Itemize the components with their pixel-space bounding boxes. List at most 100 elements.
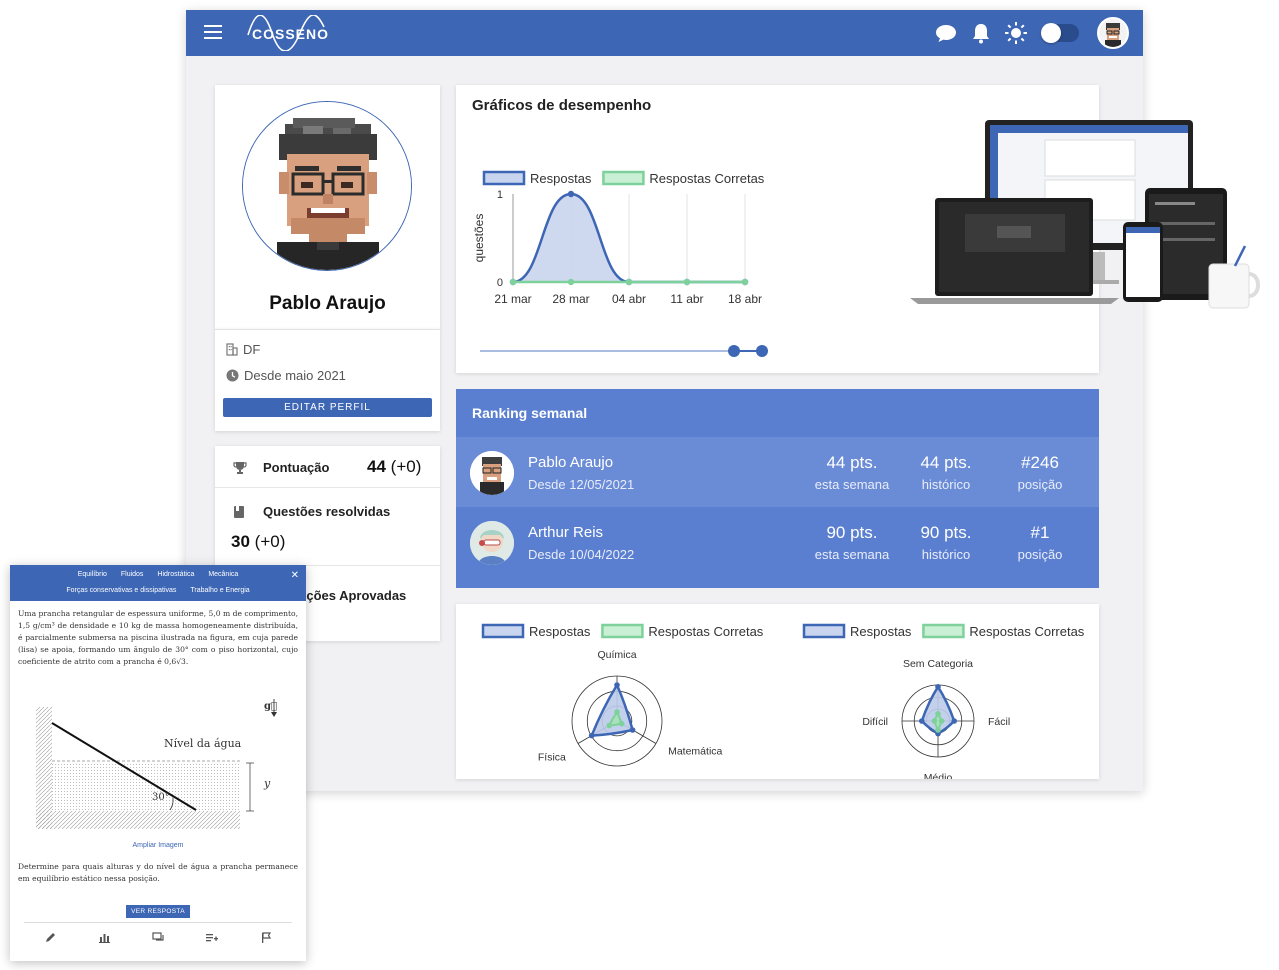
legend-swatch: [601, 623, 644, 639]
tag-trabalho[interactable]: Trabalho e Energia: [190, 587, 249, 594]
radar-point: [935, 711, 941, 717]
zoom-image-link[interactable]: Ampliar Imagem: [10, 842, 306, 849]
tag-hidrostatica[interactable]: Hidrostática: [157, 571, 194, 578]
performance-title: Gráficos de desempenho: [472, 97, 652, 114]
ranking-row[interactable]: Pablo Araujo Desde 12/05/2021 44 pts. est…: [456, 437, 1099, 507]
x-tick-label: 11 abr: [670, 292, 703, 306]
rank-week: 44 pts. esta semana: [802, 453, 902, 492]
date-range-slider[interactable]: [476, 341, 796, 361]
y-tick-label: 1: [497, 189, 503, 201]
radar-axis-label: Química: [597, 649, 636, 661]
mobile-tags-row-2: Forças conservativas e dissipativas Trab…: [10, 587, 306, 594]
rank-week-label: esta semana: [814, 547, 890, 562]
menu-icon[interactable]: [204, 25, 222, 39]
playlist-add-icon[interactable]: [206, 932, 219, 943]
edit-profile-button[interactable]: EDITAR PERFIL: [223, 398, 432, 417]
theme-toggle[interactable]: [1041, 23, 1079, 43]
radar-axis-label: Fácil: [988, 716, 1010, 728]
data-point: [567, 190, 575, 198]
score-delta: (+0): [390, 457, 422, 476]
bar-chart-icon[interactable]: [98, 932, 110, 943]
radar-axis-label: Difícil: [862, 716, 888, 728]
solved-row: Questões resolvidas 30 (+0): [215, 488, 440, 566]
data-point: [683, 278, 691, 286]
bell-icon[interactable]: [971, 22, 991, 44]
location-text: DF: [243, 342, 261, 357]
rank-name: Arthur Reis: [528, 524, 604, 541]
location-row: DF: [226, 342, 260, 357]
profile-info-card: DF Desde maio 2021 EDITAR PERFIL: [215, 329, 440, 431]
tag-equilibrio[interactable]: Equilíbrio: [78, 571, 107, 578]
tag-forcas[interactable]: Forças conservativas e dissipativas: [66, 587, 176, 594]
radar-point: [935, 684, 941, 690]
radar-point: [618, 720, 625, 727]
rank-week-label: esta semana: [814, 477, 890, 492]
chat-icon[interactable]: [935, 23, 957, 43]
slider-handle-end: [756, 345, 768, 357]
score-row: Pontuação 44 (+0): [215, 446, 440, 488]
clock-icon: [226, 369, 239, 382]
radar-chart-subject: Respostas Respostas Corretas Química Matemá…: [481, 623, 764, 767]
data-point: [509, 278, 517, 286]
legend-label: Respostas: [529, 624, 591, 639]
flag-icon[interactable]: [261, 932, 271, 943]
gravity-label: g⃗: [264, 701, 277, 712]
legend-label: Respostas: [530, 171, 592, 186]
rank-name: Pablo Araujo: [528, 454, 614, 471]
rank-since: Desde 12/05/2021: [528, 477, 635, 492]
tag-mecanica[interactable]: Mecânica: [208, 571, 238, 578]
height-label: y: [263, 777, 271, 790]
since-text: Desde maio 2021: [244, 368, 346, 383]
logo[interactable]: COSSENO: [252, 26, 329, 42]
slider-handle-start: [728, 345, 740, 357]
data-point: [567, 278, 575, 286]
mobile-toolbar: [24, 922, 292, 952]
profile-name: Pablo Araujo: [269, 293, 386, 314]
top-icons: [935, 17, 1129, 49]
legend-label: Respostas Corretas: [648, 624, 763, 639]
rank-avatar: [470, 521, 514, 565]
x-tick-label: 18 abr: [728, 292, 762, 306]
user-avatar[interactable]: [1097, 17, 1129, 49]
question-prompt: Determine para quais alturas y do nível …: [18, 862, 298, 883]
radar-axis-label: Sem Categoria: [903, 658, 973, 670]
legend-swatch: [922, 623, 965, 639]
legend-label: Respostas Corretas: [649, 171, 764, 186]
rank-position-label: posição: [1017, 477, 1063, 492]
top-bar: COSSENO: [186, 10, 1143, 56]
radar-point: [919, 718, 925, 724]
rank-position: #246 posição: [990, 453, 1090, 492]
rank-position: #1 posição: [990, 523, 1090, 562]
legend-swatch: [602, 170, 645, 186]
ranking-row[interactable]: Arthur Reis Desde 10/04/2022 90 pts. esta…: [456, 507, 1099, 577]
legend-swatch: [481, 623, 525, 639]
solved-number: 30: [231, 532, 250, 551]
solved-value: 30 (+0): [231, 532, 285, 552]
trophy-icon: [233, 462, 247, 474]
pencil-icon[interactable]: [45, 932, 56, 943]
data-point: [741, 278, 749, 286]
view-answer-button[interactable]: VER RESPOSTA: [126, 905, 190, 918]
radar-point: [931, 718, 938, 724]
rank-total: 44 pts. histórico: [896, 453, 996, 492]
profile-avatar: [242, 101, 412, 271]
score-number: 44: [367, 457, 386, 476]
tag-fluidos[interactable]: Fluidos: [121, 571, 144, 578]
solved-delta: (+0): [254, 532, 286, 551]
radar-card: Respostas Respostas Corretas Química Matemá…: [456, 604, 1099, 779]
data-point: [625, 278, 633, 286]
radar-point: [629, 727, 636, 733]
building-icon: [226, 343, 238, 356]
radar-chart-difficulty: Respostas Respostas Corretas Sem Categoria…: [802, 623, 1085, 779]
x-tick-label: 28 mar: [552, 292, 589, 306]
radar-point: [588, 732, 595, 739]
devices-illustration: [910, 120, 1260, 309]
legend-label: Respostas: [850, 624, 912, 639]
close-icon[interactable]: ✕: [291, 570, 299, 581]
water-level-label: Nível da água: [164, 737, 242, 750]
rank-total-value: 44 pts.: [920, 453, 972, 472]
radar-point: [951, 718, 957, 724]
comments-icon[interactable]: [152, 932, 164, 943]
rank-total-label: histórico: [921, 477, 971, 492]
sun-icon[interactable]: [1005, 22, 1027, 44]
